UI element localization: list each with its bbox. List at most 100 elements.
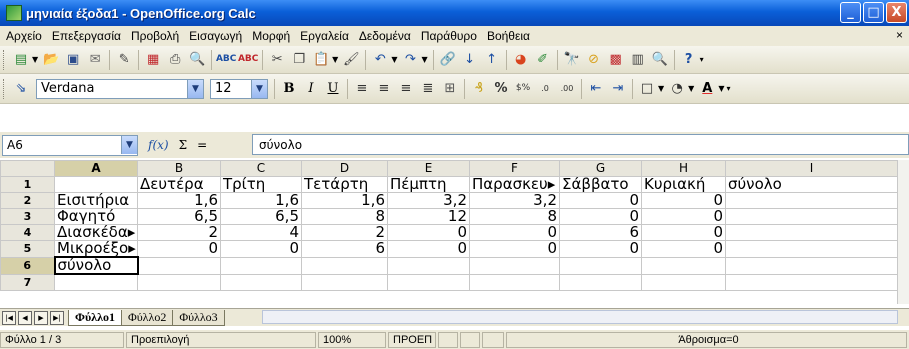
cell[interactable]: 0 [559, 208, 642, 225]
new-document-icon[interactable]: ▤ [12, 51, 30, 69]
find-replace-icon[interactable]: 🔭 [563, 51, 581, 69]
cell[interactable]: Παρασκευ▸ [469, 176, 560, 193]
function-wizard-icon[interactable]: f(x) [148, 138, 169, 152]
cell[interactable] [725, 208, 898, 225]
zoom-level[interactable]: 100% [318, 331, 386, 348]
align-left-icon[interactable]: ≡ [353, 80, 371, 98]
cell[interactable] [301, 256, 388, 275]
open-icon[interactable]: 📂 [42, 51, 60, 69]
cell[interactable]: 6,5 [220, 208, 302, 225]
cell[interactable]: 4 [220, 224, 302, 241]
cell[interactable]: 0 [641, 224, 726, 241]
sort-descending-icon[interactable]: ↑ [483, 51, 501, 69]
cell[interactable] [469, 256, 560, 275]
borders-dropdown-icon[interactable]: ▼ [658, 84, 664, 93]
menu-tools[interactable]: Εργαλεία [296, 29, 353, 43]
cell[interactable]: 0 [469, 224, 560, 241]
email-icon[interactable]: ✉ [86, 51, 104, 69]
autospellcheck-icon[interactable]: ABC [238, 51, 258, 69]
menu-window[interactable]: Παράθυρο [417, 29, 481, 43]
menu-help[interactable]: Βοήθεια [483, 29, 534, 43]
cell[interactable] [725, 240, 898, 258]
minimize-button[interactable]: _ [840, 2, 861, 23]
close-button[interactable]: X [886, 2, 907, 23]
row-header[interactable]: 2 [0, 192, 55, 209]
column-header[interactable]: B [137, 160, 221, 177]
cell[interactable] [469, 273, 560, 291]
font-color-dropdown-icon[interactable]: ▼ [718, 84, 724, 93]
cell[interactable] [137, 273, 221, 291]
cell[interactable] [301, 273, 388, 291]
active-cell[interactable]: σύνολο [53, 256, 139, 275]
cell[interactable]: 0 [469, 240, 560, 258]
row-header[interactable]: 6 [0, 256, 55, 275]
select-all-corner[interactable] [0, 160, 55, 177]
edit-file-icon[interactable]: ✎ [115, 51, 133, 69]
cell[interactable]: Διασκέδα▸ [54, 224, 138, 241]
cell[interactable]: 1,6 [137, 192, 221, 209]
menu-edit[interactable]: Επεξεργασία [48, 29, 125, 43]
cell[interactable]: Φαγητό [54, 208, 138, 225]
print-preview-icon[interactable]: 🔍 [188, 51, 206, 69]
digital-signature[interactable] [482, 331, 504, 348]
cell[interactable] [54, 273, 138, 291]
tab-sheet1[interactable]: Φύλλο1 [68, 309, 122, 326]
zoom-icon[interactable]: 🔍 [651, 51, 669, 69]
tab-sheet3[interactable]: Φύλλο3 [172, 309, 225, 326]
redo-icon[interactable]: ↷ [401, 51, 419, 69]
chevron-down-icon[interactable]: ▼ [121, 136, 137, 154]
previous-sheet-icon[interactable]: ◀ [18, 310, 32, 325]
cell[interactable]: Μικροέξο▸ [54, 240, 138, 258]
gallery-icon[interactable]: ▩ [607, 51, 625, 69]
print-icon[interactable]: ⎙ [166, 51, 184, 69]
spellcheck-icon[interactable]: ABC [216, 51, 236, 69]
bold-button[interactable]: B [280, 80, 298, 98]
cell[interactable]: Σάββατο [559, 176, 642, 193]
tab-sheet2[interactable]: Φύλλο2 [120, 309, 174, 326]
delete-decimal-icon[interactable]: .00 [558, 80, 576, 98]
cell[interactable]: 3,2 [387, 192, 470, 209]
function-icon[interactable]: = [197, 138, 207, 152]
cell[interactable]: 8 [301, 208, 388, 225]
justify-icon[interactable]: ≣ [419, 80, 437, 98]
cell[interactable]: 0 [641, 192, 726, 209]
page-style[interactable]: Προεπιλογή [126, 331, 316, 348]
cell[interactable]: 6,5 [137, 208, 221, 225]
background-color-icon[interactable]: ◔ [668, 80, 686, 98]
align-right-icon[interactable]: ≡ [397, 80, 415, 98]
cell[interactable]: Εισιτήρια [54, 192, 138, 209]
cell[interactable]: Δευτέρα [137, 176, 221, 193]
decrease-indent-icon[interactable]: ⇤ [587, 80, 605, 98]
show-draw-functions-icon[interactable]: ✐ [534, 51, 552, 69]
cell[interactable]: 0 [559, 192, 642, 209]
font-name-select[interactable]: Verdana ▼ [36, 78, 204, 99]
paste-dropdown-icon[interactable]: ▼ [332, 55, 338, 64]
cell[interactable] [387, 273, 470, 291]
menu-insert[interactable]: Εισαγωγή [185, 29, 246, 43]
hyperlink-icon[interactable]: 🔗 [439, 51, 457, 69]
toolbar-options-icon[interactable]: ▾ [726, 84, 730, 93]
menu-file[interactable]: Αρχείο [2, 29, 46, 43]
column-header[interactable]: C [220, 160, 302, 177]
cell[interactable]: 6 [559, 224, 642, 241]
underline-button[interactable]: U [324, 80, 342, 98]
name-box[interactable]: A6 ▼ [2, 134, 138, 156]
cell[interactable]: Τετάρτη [301, 176, 388, 193]
cell[interactable]: 0 [387, 240, 470, 258]
chevron-down-icon[interactable]: ▼ [187, 79, 203, 98]
column-header[interactable]: A [54, 160, 138, 177]
next-sheet-icon[interactable]: ▶ [34, 310, 48, 325]
cell[interactable] [725, 224, 898, 241]
new-dropdown-icon[interactable]: ▼ [32, 55, 38, 64]
copy-icon[interactable]: ❐ [290, 51, 308, 69]
insert-mode[interactable]: ΠΡΟΕΠ [388, 331, 436, 348]
cell[interactable]: Τρίτη [220, 176, 302, 193]
close-document-icon[interactable]: × [896, 28, 903, 42]
export-pdf-icon[interactable]: ▦ [144, 51, 162, 69]
maximize-button[interactable]: □ [863, 2, 884, 23]
cell[interactable]: Πέμπτη [387, 176, 470, 193]
undo-icon[interactable]: ↶ [371, 51, 389, 69]
standard-number-format-icon[interactable]: $% [514, 80, 532, 98]
cell[interactable] [641, 256, 726, 275]
cut-icon[interactable]: ✂ [268, 51, 286, 69]
